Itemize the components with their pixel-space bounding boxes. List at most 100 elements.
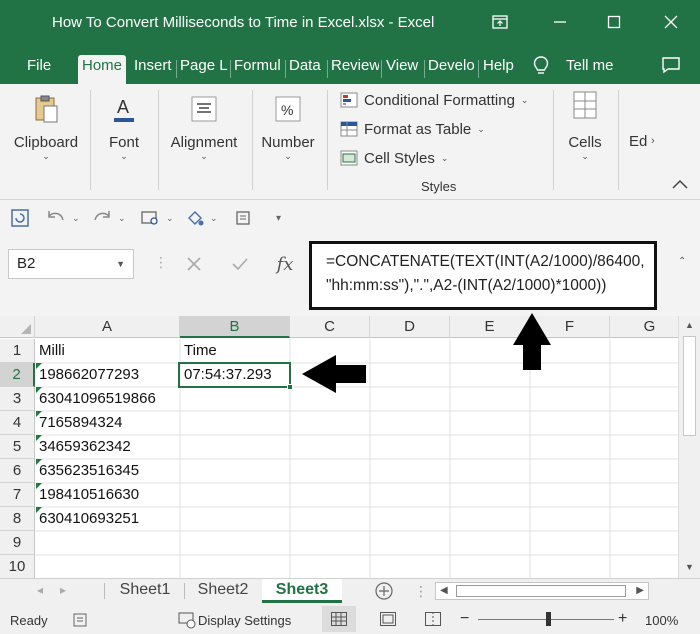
chevron-down-icon[interactable]: ⌄ (210, 208, 218, 228)
column-header-d[interactable]: D (370, 316, 450, 338)
scrollbar-thumb[interactable] (683, 336, 696, 436)
horizontal-scrollbar[interactable]: ◀ ▶ (435, 582, 649, 600)
row-header-5[interactable]: 5 (0, 435, 35, 459)
chevron-down-icon[interactable]: ⌄ (118, 208, 126, 228)
comments-icon[interactable] (661, 56, 681, 79)
scroll-sheets-left-icon[interactable]: ◂ (37, 583, 43, 597)
zoom-in-button[interactable]: + (618, 610, 627, 628)
row-header-4[interactable]: 4 (0, 411, 35, 435)
format-as-table-button[interactable]: Format as Table ⌄ (340, 118, 485, 140)
print-preview-icon[interactable] (140, 208, 160, 228)
display-settings-label[interactable]: Display Settings (198, 613, 291, 628)
display-settings-icon[interactable] (178, 611, 196, 632)
tab-insert[interactable]: Insert (134, 55, 174, 84)
redo-icon[interactable] (92, 208, 112, 228)
macro-recording-icon[interactable] (72, 612, 88, 631)
tab-page-layout[interactable]: Page La (180, 55, 228, 84)
autosave-icon[interactable] (10, 208, 30, 228)
cell-b2[interactable]: 07:54:37.293 (181, 363, 290, 387)
sheet-tab-sheet1[interactable]: Sheet1 (110, 579, 180, 603)
select-all-corner[interactable] (0, 316, 35, 338)
ribbon-display-options-icon[interactable] (485, 8, 515, 36)
tab-formulas[interactable]: Formul (234, 55, 284, 84)
column-header-f[interactable]: F (530, 316, 610, 338)
sheet-tab-sheet3[interactable]: Sheet3 (262, 579, 342, 603)
row-header-1[interactable]: 1 (0, 339, 35, 363)
cell-a7[interactable]: 198410516630 (36, 483, 180, 507)
tab-help[interactable]: Help (483, 55, 521, 84)
cells-group[interactable]: Cells ⌄ (558, 84, 612, 162)
cell-b1[interactable]: Time (181, 339, 290, 363)
name-box[interactable]: B2 ▼ (8, 249, 134, 279)
cell-a3[interactable]: 63041096519866 (36, 387, 180, 411)
undo-icon[interactable] (46, 208, 66, 228)
collapse-ribbon-icon[interactable] (672, 176, 688, 194)
tab-review[interactable]: Review (331, 55, 379, 84)
tab-developer[interactable]: Develo (428, 55, 476, 84)
number-group[interactable]: % Number ⌄ (256, 84, 320, 162)
page-break-view-icon[interactable] (425, 612, 441, 629)
normal-view-button[interactable] (322, 606, 356, 632)
row-header-3[interactable]: 3 (0, 387, 35, 411)
cell-a1[interactable]: Milli (36, 339, 180, 363)
font-group[interactable]: A Font ⌄ (96, 84, 152, 162)
tab-data[interactable]: Data (289, 55, 325, 84)
tab-home[interactable]: Home (78, 55, 126, 84)
row-header-2[interactable]: 2 (0, 363, 35, 387)
scroll-left-icon[interactable]: ◀ (440, 585, 448, 596)
scroll-right-icon[interactable]: ▶ (636, 585, 644, 596)
column-header-b[interactable]: B (180, 316, 290, 338)
editing-label[interactable]: Ed (629, 133, 647, 150)
chevron-down-icon[interactable]: ▼ (116, 259, 125, 269)
zoom-slider-thumb[interactable] (546, 612, 551, 626)
row-header-8[interactable]: 8 (0, 507, 35, 531)
vertical-scrollbar[interactable]: ▲ ▼ (678, 316, 700, 578)
chevron-up-icon[interactable]: ⌃ (678, 256, 686, 267)
cell-a6[interactable]: 635623516345 (36, 459, 180, 483)
zoom-level[interactable]: 100% (645, 613, 678, 628)
scroll-down-icon[interactable]: ▼ (685, 562, 694, 572)
tell-me-search[interactable]: Tell me (566, 55, 614, 84)
scroll-up-icon[interactable]: ▲ (685, 320, 694, 330)
cell-a8[interactable]: 630410693251 (36, 507, 180, 531)
cell-a5[interactable]: 34659362342 (36, 435, 180, 459)
column-header-c[interactable]: C (290, 316, 370, 338)
row-header-10[interactable]: 10 (0, 555, 35, 578)
row-header-9[interactable]: 9 (0, 531, 35, 555)
row-header-7[interactable]: 7 (0, 483, 35, 507)
worksheet-grid[interactable]: A B C D E F G 1 2 3 4 5 6 7 8 9 10 Milli… (0, 316, 678, 578)
row-header-6[interactable]: 6 (0, 459, 35, 483)
zoom-out-button[interactable]: − (460, 610, 469, 628)
insert-function-icon[interactable]: fx (270, 250, 300, 278)
chevron-right-icon[interactable]: › (651, 135, 655, 147)
tab-view[interactable]: View (386, 55, 422, 84)
more-options-icon[interactable]: ⋮ (414, 583, 428, 600)
cell-a4[interactable]: 7165894324 (36, 411, 180, 435)
scroll-sheets-right-icon[interactable]: ▸ (60, 583, 66, 597)
conditional-formatting-button[interactable]: Conditional Formatting ⌄ (340, 89, 528, 111)
attach-icon[interactable] (234, 208, 254, 228)
chevron-down-icon[interactable]: ⌄ (166, 208, 174, 228)
tab-file[interactable]: File (27, 55, 51, 84)
more-options-icon[interactable]: ⋮ (154, 254, 168, 271)
column-header-g[interactable]: G (610, 316, 678, 338)
customize-toolbar-icon[interactable]: ▾ (276, 208, 281, 228)
column-header-a[interactable]: A (35, 316, 180, 338)
horizontal-scrollbar-thumb[interactable] (456, 585, 626, 597)
add-sheet-icon[interactable] (374, 581, 394, 606)
format-painter-icon[interactable] (186, 208, 206, 228)
alignment-group[interactable]: Alignment ⌄ (164, 84, 244, 162)
close-button[interactable] (656, 8, 686, 36)
minimize-button[interactable] (545, 8, 575, 36)
formula-input[interactable]: =CONCATENATE(TEXT(INT(A2/1000)/86400, "h… (309, 241, 657, 310)
cancel-entry-icon[interactable] (180, 250, 208, 278)
cell-a2[interactable]: 198662077293 (36, 363, 180, 387)
sheet-tab-sheet2[interactable]: Sheet2 (188, 579, 258, 603)
clipboard-group[interactable]: Clipboard ⌄ (6, 84, 86, 162)
page-layout-view-icon[interactable] (380, 612, 396, 629)
cell-styles-button[interactable]: Cell Styles ⌄ (340, 147, 448, 169)
chevron-down-icon[interactable]: ⌄ (72, 208, 80, 228)
confirm-entry-icon[interactable] (226, 250, 254, 278)
maximize-button[interactable] (599, 8, 629, 36)
column-header-e[interactable]: E (450, 316, 530, 338)
